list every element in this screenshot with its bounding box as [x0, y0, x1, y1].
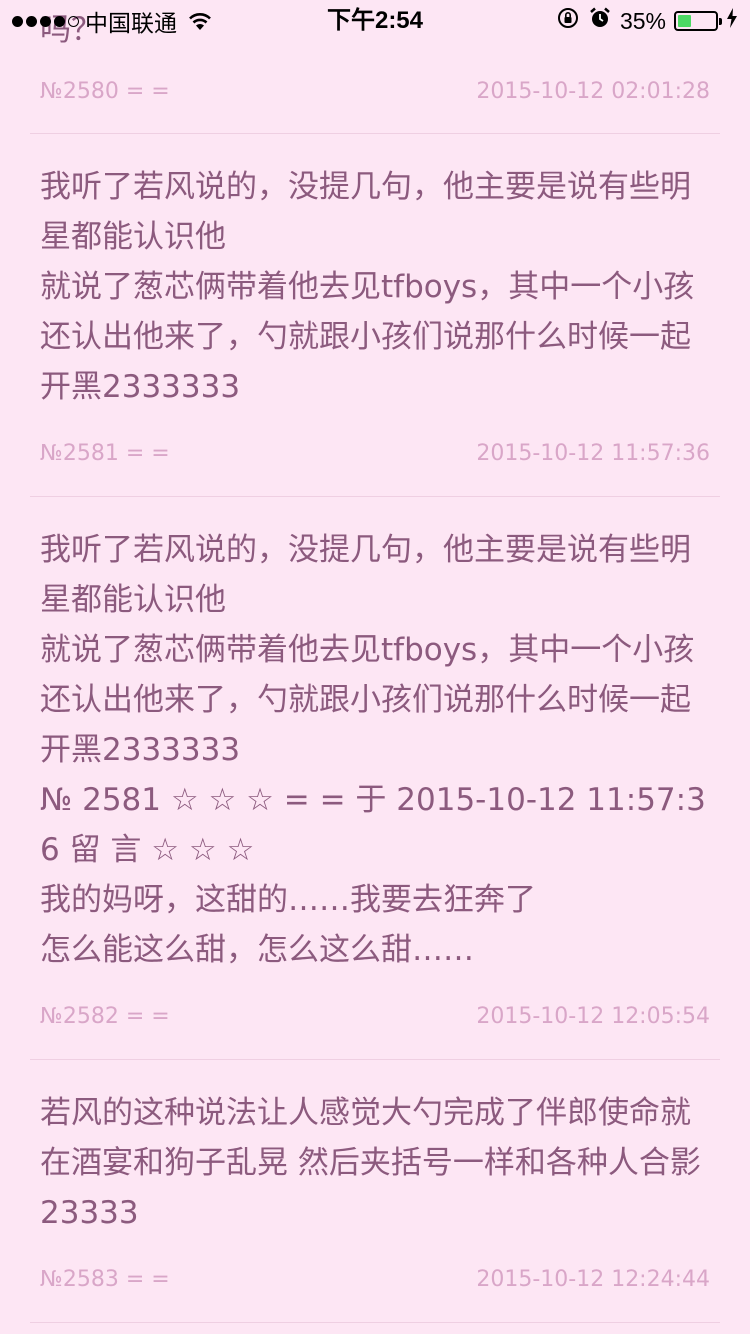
message-item: 若风的这种说法让人感觉大勺完成了伴郎使命就在酒宴和狗子乱晃 然后夹括号一样和各种… [30, 1060, 720, 1323]
message-item: 我听了若风说的，没提几句，他主要是说有些明星都能认识他 就说了葱芯俩带着他去见t… [30, 134, 720, 497]
battery-icon [674, 11, 722, 31]
message-feed[interactable]: 吗？ №2580 = = 2015-10-12 02:01:28 我听了若风说的… [0, 0, 750, 1323]
message-number: №2581 = = [40, 441, 170, 466]
battery-percent: 35% [619, 7, 666, 34]
message-text: 若风的这种说法让人感觉大勺完成了伴郎使命就在酒宴和狗子乱晃 然后夹括号一样和各种… [40, 1095, 711, 1231]
message-number: №2583 = = [40, 1267, 170, 1292]
message-text: 我听了若风说的，没提几句，他主要是说有些明星都能认识他 就说了葱芯俩带着他去见t… [40, 532, 706, 968]
message-item: 我听了若风说的，没提几句，他主要是说有些明星都能认识他 就说了葱芯俩带着他去见t… [30, 497, 720, 1060]
alarm-clock-icon [588, 6, 612, 37]
status-bar: 中国联通 下午2:54 35% [0, 0, 750, 40]
message-timestamp: 2015-10-12 12:24:44 [476, 1267, 710, 1292]
message-number: №2580 = = [40, 79, 170, 104]
message-number: №2582 = = [40, 1004, 170, 1029]
status-right: 35% [556, 6, 738, 36]
message-meta: №2581 = = 2015-10-12 11:57:36 [30, 434, 720, 474]
message-meta: №2583 = = 2015-10-12 12:24:44 [30, 1260, 720, 1300]
message-meta: №2582 = = 2015-10-12 12:05:54 [30, 997, 720, 1037]
rotation-lock-icon [556, 6, 580, 37]
message-timestamp: 2015-10-12 12:05:54 [476, 1004, 710, 1029]
message-text: 我听了若风说的，没提几句，他主要是说有些明星都能认识他 就说了葱芯俩带着他去见t… [40, 169, 695, 405]
charging-bolt-icon [726, 7, 738, 36]
message-timestamp: 2015-10-12 02:01:28 [476, 79, 710, 104]
message-timestamp: 2015-10-12 11:57:36 [476, 441, 710, 466]
message-meta: №2580 = = 2015-10-12 02:01:28 [30, 72, 720, 112]
